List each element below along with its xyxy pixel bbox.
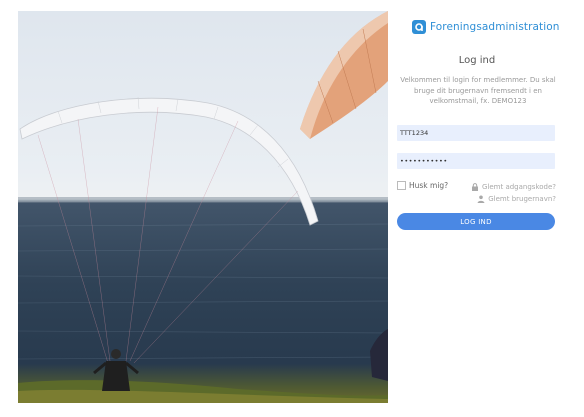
- a-logo-icon: [412, 20, 426, 34]
- forgot-username-link[interactable]: Glemt brugernavn?: [471, 193, 556, 205]
- lock-icon: [471, 183, 478, 191]
- forgot-username-label: Glemt brugernavn?: [488, 195, 556, 203]
- paraglider-photo: [18, 11, 388, 403]
- login-button[interactable]: LOG IND: [397, 213, 555, 230]
- username-field[interactable]: [397, 125, 555, 141]
- intro-text: Velkommen til login for medlemmer. Du sk…: [400, 76, 556, 105]
- remember-checkbox[interactable]: [397, 181, 406, 190]
- remember-me[interactable]: Husk mig?: [397, 181, 448, 190]
- brand: Foreningsadministration: [412, 20, 560, 34]
- remember-label: Husk mig?: [409, 181, 449, 190]
- user-icon: [477, 195, 485, 203]
- brand-name: Foreningsadministration: [430, 21, 560, 33]
- login-panel: Foreningsadministration Log ind Velkomme…: [388, 11, 566, 403]
- forgot-password-label: Glemt adgangskode?: [481, 183, 556, 191]
- password-field[interactable]: [397, 153, 555, 169]
- help-links: Glemt adgangskode? Glemt brugernavn?: [471, 181, 556, 205]
- forgot-password-link[interactable]: Glemt adgangskode?: [471, 181, 556, 193]
- background-photo: [18, 11, 388, 403]
- page-title: Log ind: [458, 55, 496, 66]
